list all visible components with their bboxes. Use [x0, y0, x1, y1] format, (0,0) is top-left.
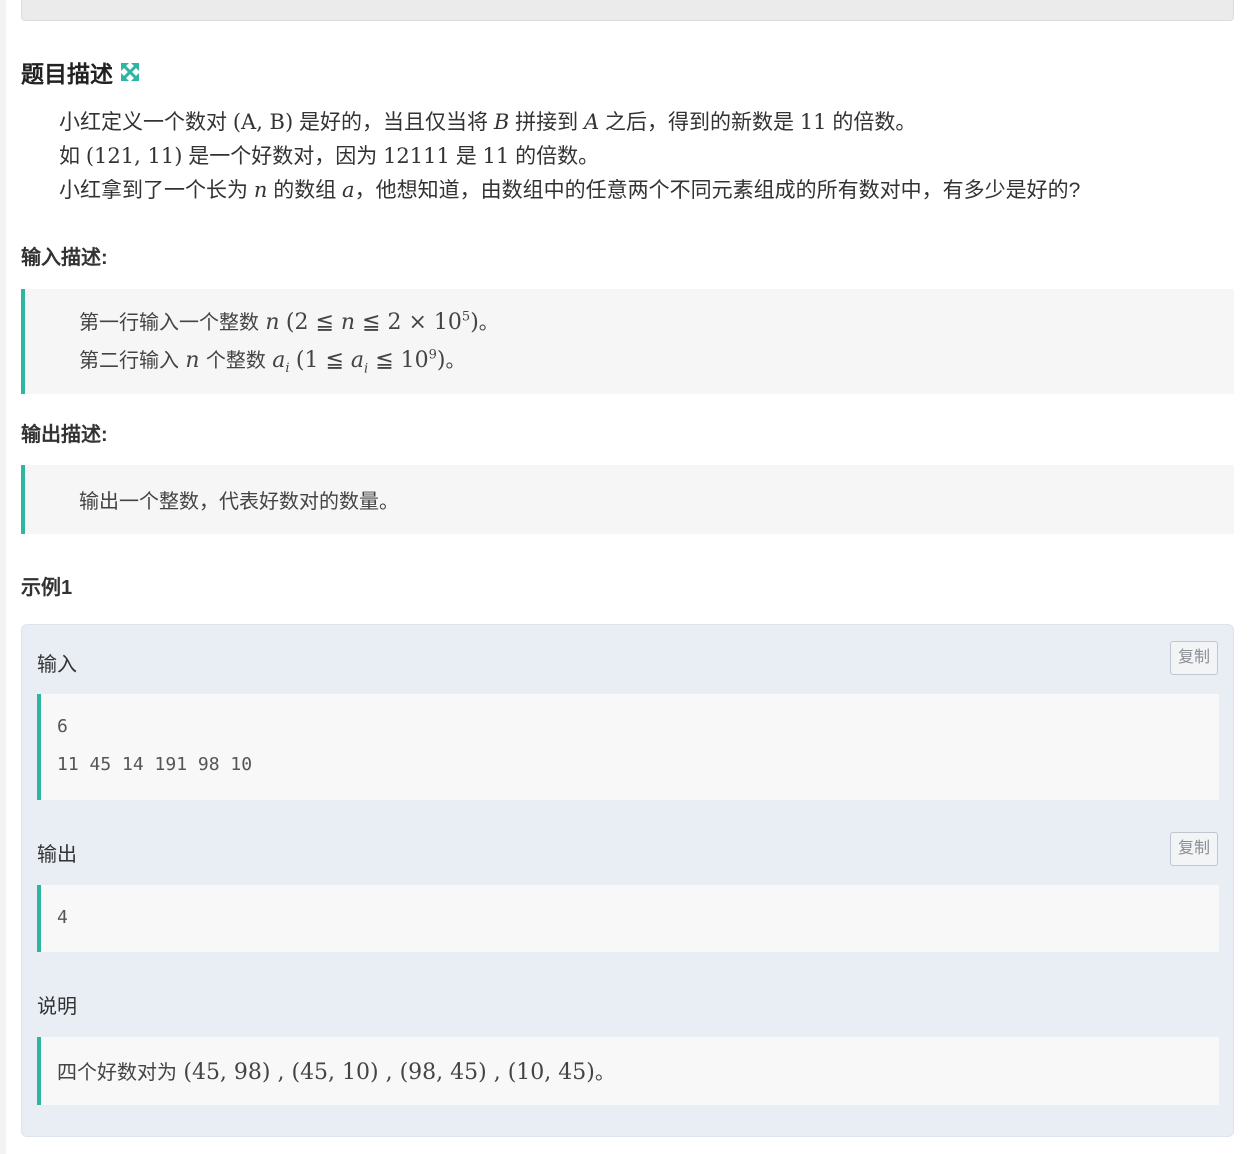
example-output-code[interactable]: 4 [37, 885, 1219, 952]
exponent: 5 [461, 309, 471, 325]
example-explain-label: 说明 [37, 996, 77, 1018]
math-constraint: (1 ≦ ai ≦ 109) [295, 347, 446, 377]
text: ) [436, 348, 446, 373]
output-description-title: 输出描述: [21, 424, 108, 446]
text: 第一行输入一个整数 [79, 310, 266, 334]
text: 拼接到 [509, 111, 584, 134]
copy-input-button[interactable]: 复制 [1170, 641, 1218, 675]
math-example-pair: (121, 11) [85, 144, 183, 168]
text: 的倍数。 [826, 111, 917, 134]
output-description-block: 输出一个整数，代表好数对的数量。 [21, 465, 1234, 534]
output-line-1: 输出一个整数，代表好数对的数量。 [79, 489, 399, 513]
text: ，他想知道，由数组中的任意两个不同元素组成的所有数对中，有多少是好的? [354, 179, 1081, 202]
input-line-2: 第二行输入 n 个整数 ai (1 ≦ ai ≦ 109)。 [79, 344, 466, 377]
exponent: 9 [428, 347, 437, 363]
math-a: A [583, 110, 600, 134]
example-box: 输入 复制 6 11 45 14 191 98 10 输出 复制 4 说明 四个… [21, 624, 1234, 1137]
text: 的倍数。 [509, 145, 600, 168]
math-n: n [265, 310, 280, 335]
text: 小红定义一个数对 [59, 111, 233, 134]
math-a: a [272, 348, 286, 373]
math-pairs: (45, 98) , (45, 10) , (98, 45) , (10, 45… [183, 1060, 595, 1085]
description-line-3: 小红拿到了一个长为 n 的数组 a，他想知道，由数组中的任意两个不同元素组成的所… [59, 174, 1080, 204]
text: ≦ 2 × 10 [355, 310, 462, 335]
text: (1 ≦ [295, 348, 351, 373]
text: 的数组 [267, 179, 343, 202]
input-description-block: 第一行输入一个整数 n (2 ≦ n ≦ 2 × 105)。 第二行输入 n 个… [21, 289, 1234, 394]
math-n: n [185, 348, 200, 373]
math-a: a [350, 348, 365, 373]
explain-line: 四个好数对为 (45, 98) , (45, 10) , (98, 45) , … [57, 1056, 615, 1085]
input-code-line-1: 6 [57, 716, 68, 737]
text: 是一个好数对，因为 [182, 145, 384, 168]
example-title: 示例1 [21, 577, 73, 599]
math-a: a [342, 178, 355, 202]
description-line-1: 小红定义一个数对 (A, B) 是好的，当且仅当将 B 拼接到 A 之后，得到的… [59, 106, 916, 136]
math-n: n [253, 178, 268, 202]
text: 第二行输入 [79, 348, 186, 372]
text: 如 [59, 145, 86, 168]
top-collapsed-bar [21, 0, 1234, 21]
math-12111: 12111 [383, 144, 450, 168]
math-n: n [340, 310, 356, 335]
input-code-line-2: 11 45 14 191 98 10 [57, 754, 253, 775]
math-11: 11 [799, 110, 827, 134]
problem-title-text: 题目描述 [21, 61, 113, 87]
text: ≦ 10 [368, 348, 429, 373]
text: 个整数 [199, 348, 273, 372]
expand-arrows-icon[interactable] [119, 61, 141, 83]
example-input-code[interactable]: 6 11 45 14 191 98 10 [37, 694, 1219, 800]
description-line-2: 如 (121, 11) 是一个好数对，因为 12111 是 11 的倍数。 [59, 140, 599, 170]
text: 是 [449, 145, 483, 168]
text: 小红拿到了一个长为 [59, 179, 254, 202]
text: 。 [594, 1060, 615, 1084]
text: (2 ≦ [285, 310, 341, 335]
text: 。 [478, 310, 499, 334]
example-input-label: 输入 [37, 654, 77, 676]
math-constraint: (2 ≦ n ≦ 2 × 105) [286, 310, 479, 335]
text: 。 [445, 348, 466, 372]
output-code-line-1: 4 [57, 907, 68, 928]
input-description-title: 输入描述: [21, 247, 108, 269]
text: 之后，得到的新数是 [599, 111, 800, 134]
math-pair-ab: (A, B) [232, 110, 294, 134]
math-b: B [493, 110, 510, 134]
text: 是好的，当且仅当将 [293, 111, 494, 134]
input-line-1: 第一行输入一个整数 n (2 ≦ n ≦ 2 × 105)。 [79, 306, 499, 335]
problem-title: 题目描述 [21, 55, 141, 89]
example-output-label: 输出 [37, 844, 77, 866]
example-explain-block: 四个好数对为 (45, 98) , (45, 10) , (98, 45) , … [37, 1037, 1219, 1105]
subscript: i [285, 361, 290, 376]
math-11: 11 [482, 144, 510, 168]
text: 四个好数对为 [57, 1060, 184, 1084]
copy-output-button[interactable]: 复制 [1170, 832, 1218, 866]
text: ) [470, 310, 479, 335]
